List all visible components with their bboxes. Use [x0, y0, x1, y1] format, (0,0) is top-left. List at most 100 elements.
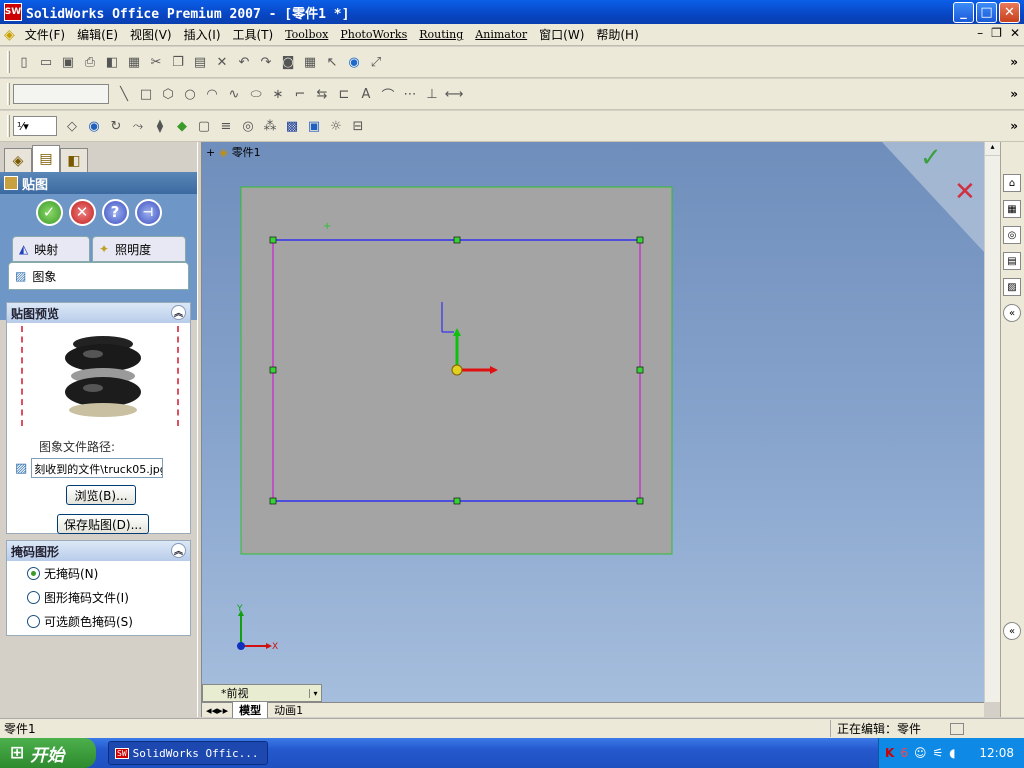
shell-icon[interactable]: ▢ — [195, 117, 213, 135]
new-icon[interactable]: ▯ — [15, 53, 33, 71]
globe-icon[interactable]: ◉ — [345, 53, 363, 71]
mirror-icon[interactable]: ⇆ — [313, 85, 331, 103]
image-path-field[interactable]: 刻收到的文件\truck05.jpg — [31, 458, 164, 478]
confirm-check-icon[interactable]: ✓ — [920, 143, 942, 173]
tab-model[interactable]: 模型 — [232, 701, 269, 719]
volume-icon[interactable]: ◖ — [949, 746, 955, 760]
smart-dimension-dropdown[interactable]: ⅟▾ — [13, 116, 57, 136]
no-mask-radio[interactable]: 无掩码(N) — [27, 561, 190, 585]
arc-icon[interactable]: ◠ — [203, 85, 221, 103]
toolbar-more-icon[interactable]: » — [1010, 55, 1018, 69]
doc-restore-button[interactable]: ❐ — [991, 26, 1002, 40]
ellipse-icon[interactable]: ⬭ — [247, 85, 265, 103]
cancel-button[interactable]: ✕ — [68, 198, 96, 226]
grid-icon[interactable]: ▦ — [301, 53, 319, 71]
loft-icon[interactable]: ⧫ — [151, 117, 169, 135]
circle-icon[interactable]: ○ — [181, 85, 199, 103]
save-icon[interactable]: ▣ — [59, 53, 77, 71]
browse-button[interactable]: 浏览(B)... — [66, 485, 136, 505]
scene-icon[interactable]: ☼ — [327, 117, 345, 135]
paste-icon[interactable]: ▤ — [191, 53, 209, 71]
material-icon[interactable]: ◆ — [173, 117, 191, 135]
save-decal-button[interactable]: 保存贴图(D)... — [57, 514, 149, 534]
taskbar-solidworks[interactable]: SW SolidWorks Offic... — [108, 741, 268, 765]
menu-view[interactable]: 视图(V) — [124, 26, 178, 43]
configuration-tab[interactable]: ◧ — [60, 148, 88, 172]
triad-origin-ball[interactable] — [451, 364, 463, 376]
minimize-button[interactable]: _ — [953, 2, 974, 23]
options-icon[interactable]: ▦ — [125, 53, 143, 71]
close-button[interactable]: ✕ — [999, 2, 1020, 23]
fillet-icon[interactable]: ⌒ — [379, 85, 397, 104]
revolve-icon[interactable]: ↻ — [107, 117, 125, 135]
trim-icon[interactable]: ⌐ — [291, 85, 309, 103]
menu-photoworks[interactable]: PhotoWorks — [334, 28, 413, 41]
collapse-icon-2[interactable]: ︽ — [171, 543, 186, 558]
menu-file[interactable]: 文件(F) — [19, 26, 71, 43]
library-icon[interactable]: ▦ — [1003, 200, 1021, 218]
doc-close-button[interactable]: ✕ — [1010, 26, 1020, 40]
maximize-button[interactable]: □ — [976, 2, 997, 23]
polygon-icon[interactable]: ⬡ — [159, 85, 177, 103]
point-icon[interactable]: ∗ — [269, 85, 287, 103]
redo-icon[interactable]: ↷ — [257, 53, 275, 71]
security-icon[interactable]: 6 — [900, 746, 908, 760]
appearances-icon[interactable]: ▨ — [1003, 278, 1021, 296]
rectangle-icon[interactable]: □ — [137, 85, 155, 103]
menu-window[interactable]: 窗口(W) — [533, 26, 590, 43]
start-button[interactable]: ⊞ 开始 — [0, 738, 96, 768]
cut-icon[interactable]: ✂ — [147, 53, 165, 71]
graphics-area[interactable]: + ◈ 零件1 ✓ ✕ + Y X *前视 ▾ — [202, 142, 984, 702]
decal-icon[interactable]: ▩ — [283, 117, 301, 135]
camera-icon[interactable]: ◙ — [279, 53, 297, 71]
dropdown-arrow-icon[interactable]: ▾ — [309, 688, 321, 698]
mask-header[interactable]: 掩码图形 ︽ — [7, 541, 190, 561]
zoom-fit-icon[interactable]: ⤢ — [367, 53, 385, 71]
copy-icon[interactable]: ❐ — [169, 53, 187, 71]
feature-tree-tab[interactable]: ◈ — [4, 148, 32, 172]
menu-tools[interactable]: 工具(T) — [227, 26, 280, 43]
rebuild-icon[interactable]: ◧ — [103, 53, 121, 71]
pin-button[interactable]: ⊣ — [134, 198, 162, 226]
toolbar-more-icon-2[interactable]: » — [1010, 87, 1018, 101]
tab-image[interactable]: ▨ 图象 — [8, 262, 189, 290]
spline-icon[interactable]: ∿ — [225, 85, 243, 103]
text-icon[interactable]: A — [357, 85, 375, 103]
globe-appearance-icon[interactable]: ◉ — [85, 117, 103, 135]
dimension-icon[interactable]: ⟷ — [445, 85, 464, 103]
menu-animator[interactable]: Animator — [469, 28, 533, 41]
model-view[interactable]: ✓ ✕ + Y X — [202, 142, 984, 702]
collapse-left-icon[interactable]: « — [1003, 304, 1021, 322]
render-icon[interactable]: ▣ — [305, 117, 323, 135]
vertical-scrollbar[interactable]: ▴ — [984, 142, 1000, 702]
line-icon[interactable]: ╲ — [115, 85, 133, 103]
tab-scroll-left-icon[interactable]: ◂◂▸▸ — [202, 704, 232, 717]
home-icon[interactable]: ⌂ — [1003, 174, 1021, 192]
relations-icon[interactable]: ⊥ — [423, 85, 441, 103]
print-icon[interactable]: ⎙ — [81, 53, 99, 71]
view-orientation-dropdown[interactable]: *前视 ▾ — [202, 684, 322, 702]
extrude-icon[interactable]: ◇ — [63, 117, 81, 135]
selective-color-mask-radio[interactable]: 可选颜色掩码(S) — [27, 609, 190, 633]
antivirus-icon[interactable]: K — [885, 746, 894, 760]
confirm-cancel-icon[interactable]: ✕ — [954, 177, 976, 207]
open-icon[interactable]: ▭ — [37, 53, 55, 71]
collapse-icon[interactable]: ︽ — [171, 305, 186, 320]
delete-icon[interactable]: ✕ — [213, 53, 231, 71]
hole-icon[interactable]: ◎ — [239, 117, 257, 135]
status-box[interactable] — [950, 722, 964, 735]
file-explorer-icon[interactable]: ◎ — [1003, 226, 1021, 244]
menu-routing[interactable]: Routing — [413, 28, 469, 41]
property-manager-tab[interactable]: ▤ — [32, 145, 60, 172]
scroll-up-icon[interactable]: ▴ — [985, 142, 1000, 156]
view-palette-icon[interactable]: ▤ — [1003, 252, 1021, 270]
doc-minimize-button[interactable]: – — [977, 26, 983, 40]
tab-animation[interactable]: 动画1 — [268, 702, 309, 718]
tab-lighting[interactable]: ✦ 照明度 — [92, 236, 186, 262]
toolbar-more-icon-3[interactable]: » — [1010, 119, 1018, 133]
centerline-icon[interactable]: ⋯ — [401, 85, 419, 103]
select-arrow-icon[interactable]: ↖ — [323, 53, 341, 71]
sweep-icon[interactable]: ⤳ — [129, 117, 147, 135]
menu-insert[interactable]: 插入(I) — [178, 26, 227, 43]
image-mask-file-radio[interactable]: 图形掩码文件(I) — [27, 585, 190, 609]
